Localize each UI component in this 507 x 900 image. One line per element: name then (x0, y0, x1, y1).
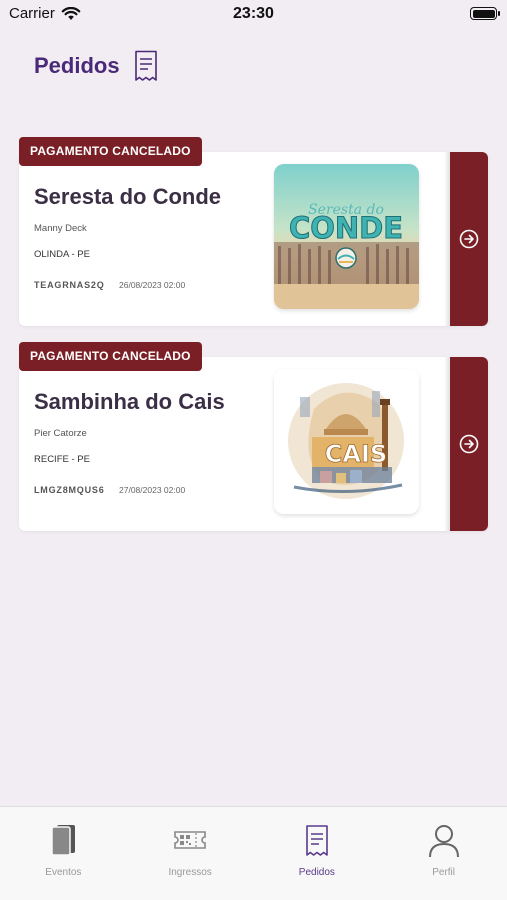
event-location: RECIFE - PE (34, 454, 90, 465)
status-badge: PAGAMENTO CANCELADO (19, 137, 202, 166)
tab-pedidos[interactable]: Pedidos (254, 807, 381, 900)
tab-ingressos[interactable]: Ingressos (127, 807, 254, 900)
tab-label: Ingressos (168, 867, 212, 878)
page-header: Pedidos (34, 50, 158, 82)
cards-icon (51, 825, 76, 856)
event-image-text: CAIS (325, 440, 387, 468)
clock: 23:30 (233, 5, 274, 22)
order-date: 26/08/2023 02:00 (119, 280, 186, 290)
tab-label: Pedidos (298, 867, 335, 878)
page-title: Pedidos (34, 53, 120, 78)
order-code: LMGZ8MQUS6 (34, 485, 105, 495)
event-title: Seresta do Conde (34, 184, 222, 209)
order-card[interactable]: PAGAMENTO CANCELADO Sambinha do Cais Pie… (19, 342, 488, 531)
receipt-icon (306, 825, 328, 856)
user-icon (428, 825, 459, 858)
receipt-icon (134, 50, 157, 81)
event-location: OLINDA - PE (34, 249, 90, 260)
organizer-name: Manny Deck (34, 223, 87, 234)
event-image: CAIS (274, 369, 419, 514)
tab-label: Perfil (432, 867, 456, 878)
order-date: 27/08/2023 02:00 (119, 485, 186, 495)
tab-perfil[interactable]: Perfil (380, 807, 507, 900)
order-details-button[interactable] (444, 152, 488, 326)
status-bar: Carrier 23:30 (0, 0, 507, 28)
event-title: Sambinha do Cais (34, 389, 225, 414)
order-details-button[interactable] (444, 357, 488, 531)
status-badge: PAGAMENTO CANCELADO (19, 342, 202, 371)
order-code: TEAGRNAS2Q (34, 280, 105, 290)
organizer-name: Pier Catorze (34, 428, 87, 439)
tab-label: Eventos (45, 867, 82, 878)
tab-eventos[interactable]: Eventos (0, 807, 127, 900)
arrow-right-circle-icon (459, 434, 479, 454)
battery-icon (470, 7, 500, 20)
ticket-icon (174, 831, 206, 849)
event-image: Seresta do CONDE (274, 164, 419, 309)
arrow-right-circle-icon (459, 229, 479, 249)
order-card[interactable]: PAGAMENTO CANCELADO Seresta do Conde Man… (19, 137, 488, 326)
tab-bar: Eventos Ingressos Pedidos Perfil (0, 806, 507, 900)
event-image-text: CONDE (289, 211, 403, 245)
